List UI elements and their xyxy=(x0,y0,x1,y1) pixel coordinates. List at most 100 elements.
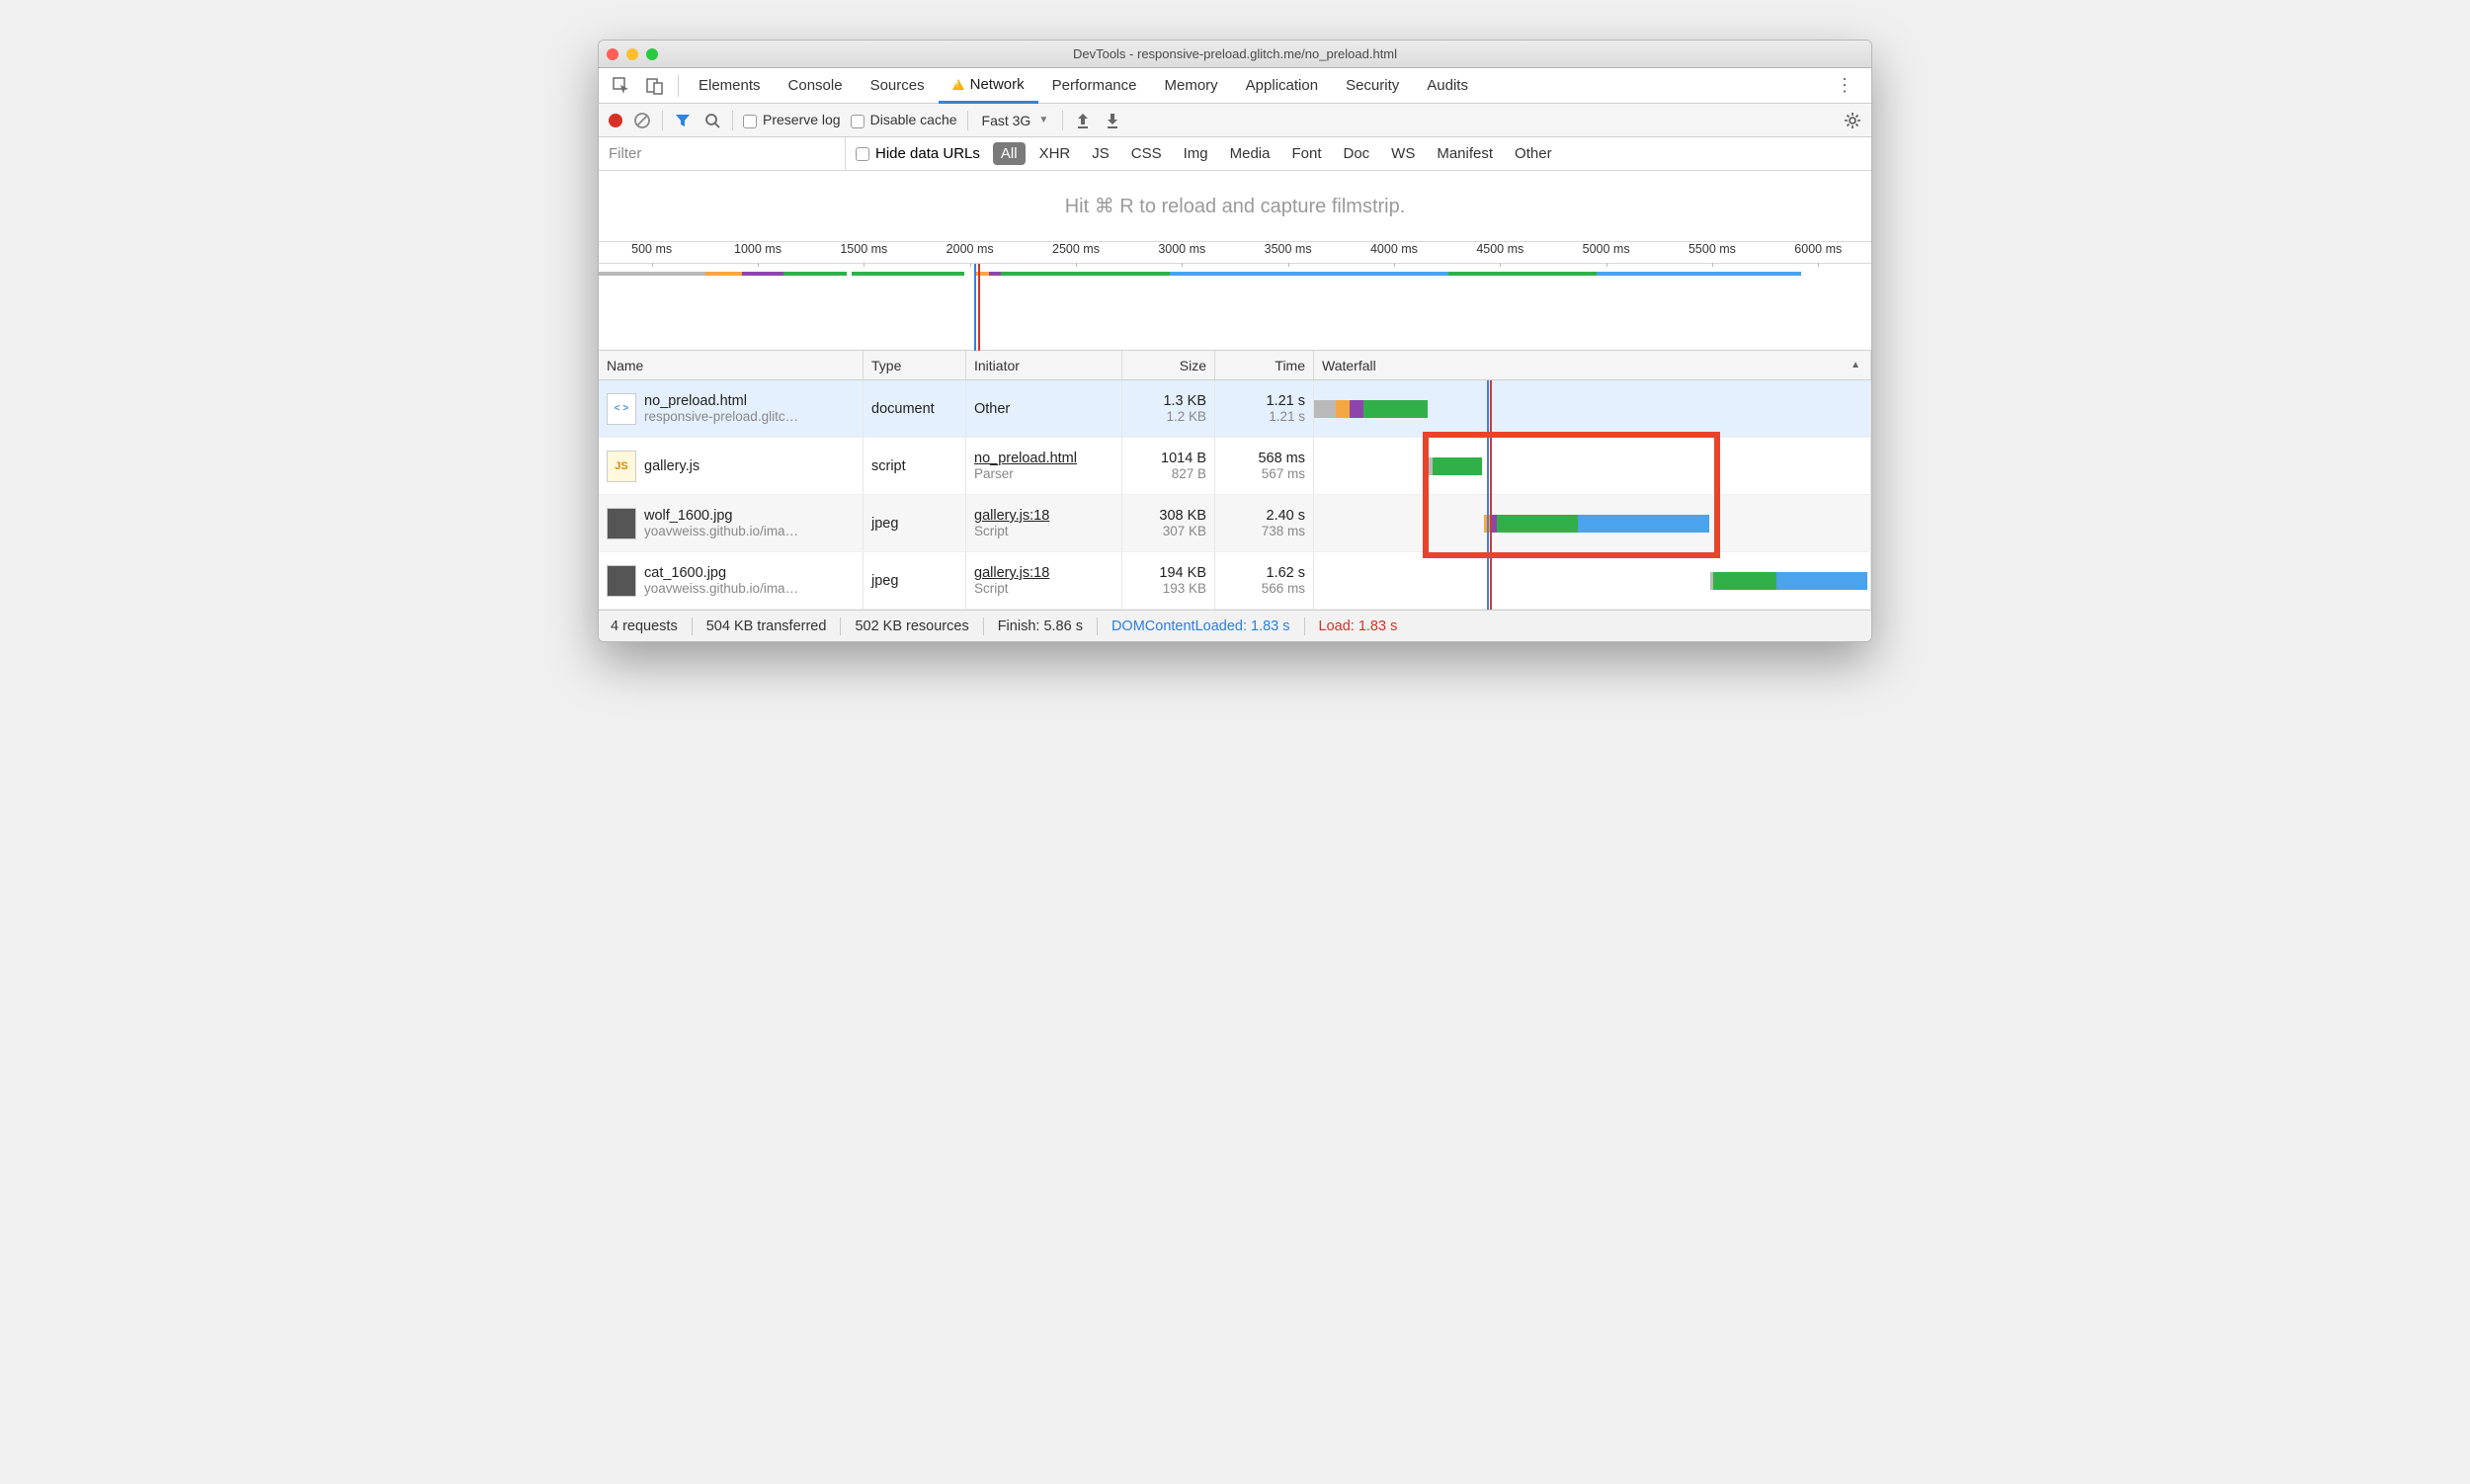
window-title: DevTools - responsive-preload.glitch.me/… xyxy=(599,46,1871,61)
filter-type-all[interactable]: All xyxy=(993,142,1026,165)
inspect-element-icon[interactable] xyxy=(611,75,632,97)
filter-bar: Hide data URLs AllXHRJS CSS Img MediaFont Do… xyxy=(599,137,1871,171)
status-resources: 502 KB resources xyxy=(855,618,968,634)
filter-type-other[interactable]: Other xyxy=(1507,142,1560,165)
filter-type-img[interactable]: Img xyxy=(1176,142,1216,165)
panel-tabs: ElementsConsoleSourcesNetworkPerformance… xyxy=(599,68,1871,104)
tab-elements[interactable]: Elements xyxy=(685,68,775,104)
col-type: Type xyxy=(864,351,966,379)
request-row[interactable]: cat_1600.jpgyoavweiss.github.io/ima… jpeg… xyxy=(599,552,1871,610)
request-name: wolf_1600.jpg xyxy=(644,508,798,524)
overview-tick: 5500 ms xyxy=(1659,242,1765,263)
request-domain: yoavweiss.github.io/ima… xyxy=(644,524,798,538)
request-initiator: Other xyxy=(974,401,1113,417)
sort-indicator-icon: ▲ xyxy=(1851,360,1860,371)
col-name: Name xyxy=(599,351,864,379)
preserve-log-checkbox[interactable]: Preserve log xyxy=(743,112,841,127)
filter-type-xhr[interactable]: XHR xyxy=(1031,142,1079,165)
filter-type-manifest[interactable]: Manifest xyxy=(1429,142,1501,165)
overview-tick: 4000 ms xyxy=(1341,242,1446,263)
js-file-icon: JS xyxy=(607,451,636,482)
filter-type-doc[interactable]: Doc xyxy=(1335,142,1377,165)
waterfall-cell[interactable] xyxy=(1314,495,1871,551)
filmstrip-hint: Hit ⌘ R to reload and capture filmstrip. xyxy=(599,171,1871,242)
waterfall-cell[interactable] xyxy=(1314,438,1871,494)
overview-tick: 4500 ms xyxy=(1447,242,1553,263)
overview-load-marker xyxy=(978,264,980,351)
overview-tick: 1500 ms xyxy=(811,242,917,263)
request-type: document xyxy=(864,380,966,437)
tab-console[interactable]: Console xyxy=(775,68,857,104)
request-type: script xyxy=(864,438,966,494)
overview-tick: 6000 ms xyxy=(1766,242,1871,263)
search-icon[interactable] xyxy=(702,111,722,130)
filter-icon[interactable] xyxy=(673,111,693,130)
overview-tick: 2500 ms xyxy=(1023,242,1128,263)
filter-type-css[interactable]: CSS xyxy=(1123,142,1170,165)
table-header[interactable]: Name Type Initiator Size Time Waterfall▲ xyxy=(599,351,1871,380)
requests-table: Name Type Initiator Size Time Waterfall▲… xyxy=(599,351,1871,610)
overview-tick: 2000 ms xyxy=(917,242,1023,263)
filter-type-ws[interactable]: WS xyxy=(1383,142,1423,165)
throttling-select[interactable]: Fast 3G▼ xyxy=(978,113,1053,128)
col-waterfall: Waterfall▲ xyxy=(1314,351,1871,379)
tab-security[interactable]: Security xyxy=(1332,68,1413,104)
download-har-icon[interactable] xyxy=(1103,111,1122,130)
status-dcl: DOMContentLoaded: 1.83 s xyxy=(1112,618,1290,634)
disable-cache-checkbox[interactable]: Disable cache xyxy=(851,112,957,127)
status-load: Load: 1.83 s xyxy=(1319,618,1398,634)
more-tabs-icon[interactable]: ⋮ xyxy=(1836,75,1855,96)
titlebar: DevTools - responsive-preload.glitch.me/… xyxy=(599,41,1871,68)
request-type: jpeg xyxy=(864,552,966,609)
filter-type-media[interactable]: Media xyxy=(1222,142,1278,165)
overview-tick: 1000 ms xyxy=(704,242,810,263)
request-row[interactable]: < > no_preload.htmlresponsive-preload.gli… xyxy=(599,380,1871,438)
timeline-overview[interactable]: 500 ms1000 ms1500 ms2000 ms2500 ms3000 m… xyxy=(599,242,1871,351)
warning-icon xyxy=(952,79,964,90)
waterfall-cell[interactable] xyxy=(1314,552,1871,609)
record-button[interactable] xyxy=(609,114,622,127)
hide-data-urls-checkbox[interactable]: Hide data URLs xyxy=(846,145,990,162)
tab-memory[interactable]: Memory xyxy=(1151,68,1232,104)
network-toolbar: Preserve log Disable cache Fast 3G▼ xyxy=(599,104,1871,137)
overview-tick: 500 ms xyxy=(599,242,704,263)
tab-sources[interactable]: Sources xyxy=(857,68,939,104)
waterfall-cell[interactable] xyxy=(1314,380,1871,437)
tab-network[interactable]: Network xyxy=(939,68,1038,104)
status-bar: 4 requests 504 KB transferred 502 KB res… xyxy=(599,610,1871,641)
overview-tick: 3500 ms xyxy=(1235,242,1341,263)
devtools-window: DevTools - responsive-preload.glitch.me/… xyxy=(598,40,1872,642)
request-initiator[interactable]: gallery.js:18 xyxy=(974,565,1113,581)
request-domain: yoavweiss.github.io/ima… xyxy=(644,581,798,596)
waterfall-dcl-line xyxy=(1487,380,1489,610)
tab-application[interactable]: Application xyxy=(1232,68,1332,104)
img-file-icon xyxy=(607,508,636,539)
col-initiator: Initiator xyxy=(966,351,1122,379)
col-time: Time xyxy=(1215,351,1314,379)
html-file-icon: < > xyxy=(607,393,636,425)
request-name: no_preload.html xyxy=(644,393,798,409)
filter-type-font[interactable]: Font xyxy=(1283,142,1329,165)
filter-input[interactable] xyxy=(599,137,846,170)
request-row[interactable]: JSgallery.jsscriptno_preload.htmlParser1… xyxy=(599,438,1871,495)
col-size: Size xyxy=(1122,351,1215,379)
request-name: gallery.js xyxy=(644,458,700,474)
waterfall-load-line xyxy=(1490,380,1492,610)
overview-dcl-marker xyxy=(974,264,976,351)
request-domain: responsive-preload.glitc… xyxy=(644,409,798,424)
request-initiator[interactable]: gallery.js:18 xyxy=(974,508,1113,524)
clear-button[interactable] xyxy=(632,111,652,130)
filter-type-js[interactable]: JS xyxy=(1084,142,1117,165)
overview-tick: 5000 ms xyxy=(1553,242,1659,263)
request-initiator[interactable]: no_preload.html xyxy=(974,451,1113,466)
request-row[interactable]: wolf_1600.jpgyoavweiss.github.io/ima…jpe… xyxy=(599,495,1871,552)
tab-performance[interactable]: Performance xyxy=(1038,68,1151,104)
upload-har-icon[interactable] xyxy=(1073,111,1093,130)
request-name: cat_1600.jpg xyxy=(644,565,798,581)
settings-icon[interactable] xyxy=(1844,112,1861,129)
device-toolbar-icon[interactable] xyxy=(644,75,666,97)
status-transferred: 504 KB transferred xyxy=(706,618,827,634)
img-file-icon xyxy=(607,565,636,597)
tab-audits[interactable]: Audits xyxy=(1413,68,1482,104)
overview-tick: 3000 ms xyxy=(1129,242,1235,263)
